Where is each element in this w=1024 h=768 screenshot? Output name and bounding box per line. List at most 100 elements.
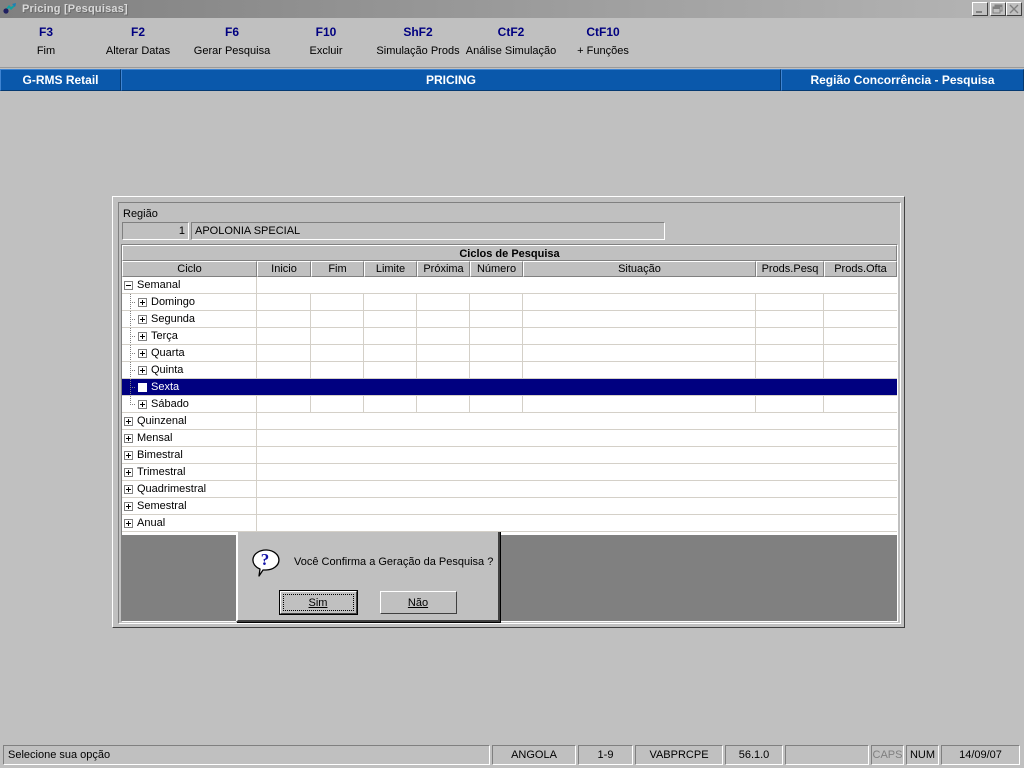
expand-icon[interactable] [138,297,147,307]
column-header-prods-pesq[interactable]: Prods.Pesq [756,261,824,277]
expand-icon[interactable] [124,450,133,460]
tree-node[interactable]: Terça [124,328,178,344]
table-row[interactable]: Bimestral [122,447,897,464]
column-header-ciclo[interactable]: Ciclo [122,261,257,277]
region-label: Região [123,208,158,220]
status-date: 14/09/07 [941,745,1020,765]
expand-icon[interactable] [138,365,147,375]
expand-icon[interactable] [124,416,133,426]
no-button[interactable]: Não [379,591,457,614]
fkey-label: Gerar Pesquisa [193,45,271,57]
tree-node[interactable]: Quinta [124,362,183,378]
tree-node[interactable]: Segunda [124,311,195,327]
column-header-inicio[interactable]: Inicio [257,261,311,277]
tree-node[interactable]: Sábado [124,396,189,412]
table-row[interactable]: Sábado [122,396,897,413]
row-label: Bimestral [137,449,183,461]
fkey-key: CtF10 [586,25,620,39]
column-header-fim[interactable]: Fim [311,261,364,277]
table-row[interactable]: Quarta [122,345,897,362]
app-icon [2,2,18,16]
tree-node[interactable]: Semestral [124,498,187,514]
row-label: Semestral [137,500,187,512]
tree-node[interactable]: Quinzenal [124,413,187,429]
dialog-body: ? Você Confirma a Geração da Pesquisa ? [238,525,498,589]
table-row[interactable]: Anual [122,515,897,532]
fkey-ctf10[interactable]: CtF10 + Funções [558,24,648,59]
tree-node[interactable]: Quadrimestral [124,481,206,497]
table-row[interactable]: Trimestral [122,464,897,481]
tree-indent [124,311,138,327]
selected-node-icon[interactable] [138,382,147,392]
fkey-key: F6 [224,25,239,39]
fkey-label: + Funções [577,45,629,57]
tree-node[interactable]: Sexta [124,379,179,395]
grid-header-row: Ciclo Inicio Fim Limite Próxima Número S… [122,261,897,277]
expand-icon[interactable] [138,348,147,358]
table-row[interactable]: Semanal [122,277,897,294]
fkey-key: F3 [38,25,53,39]
tree-indent [124,345,138,361]
status-program: VABPRCPE [635,745,723,765]
row-label: Anual [137,517,166,529]
column-header-limite[interactable]: Limite [364,261,417,277]
tree-node[interactable]: Mensal [124,430,172,446]
table-row-selected[interactable]: Sexta [122,379,897,396]
tree-node[interactable]: Quarta [124,345,185,361]
table-row[interactable]: Mensal [122,430,897,447]
tree-node[interactable]: Bimestral [124,447,183,463]
table-row[interactable]: Quinta [122,362,897,379]
restore-button[interactable] [990,2,1006,16]
yes-button[interactable]: Sim [278,590,358,615]
column-header-proxima[interactable]: Próxima [417,261,470,277]
close-button[interactable] [1006,2,1022,16]
tree-indent [124,379,138,395]
row-label: Terça [151,330,178,342]
region-fields [122,222,665,240]
status-session: 1-9 [578,745,633,765]
expand-icon[interactable] [138,331,147,341]
table-row[interactable]: Segunda [122,311,897,328]
expand-icon[interactable] [124,484,133,494]
fkey-f6[interactable]: F6 Gerar Pesquisa [172,24,292,59]
status-message: Selecione sua opção [3,745,490,765]
row-rest [257,277,897,293]
row-label: Sexta [151,381,180,393]
row-label: Quadrimestral [137,483,207,495]
expand-icon[interactable] [138,314,147,324]
table-row[interactable]: Domingo [122,294,897,311]
expand-icon[interactable] [124,518,133,528]
collapse-icon[interactable] [124,280,133,290]
banner-module-title: PRICING [121,69,781,91]
column-header-numero[interactable]: Número [470,261,523,277]
expand-icon[interactable] [138,399,147,409]
fkey-f10[interactable]: F10 Excluir [286,24,366,59]
tree-node[interactable]: Domingo [124,294,195,310]
status-num-indicator: NUM [906,745,939,765]
row-label: Segunda [151,313,196,325]
table-row[interactable]: Quinzenal [122,413,897,430]
tree-node[interactable]: Semanal [124,277,180,293]
table-row[interactable]: Semestral [122,498,897,515]
fkey-f3[interactable]: F3 Fim [11,24,81,59]
tree-indent [124,362,138,378]
expand-icon[interactable] [124,501,133,511]
row-label: Trimestral [137,466,186,478]
fkey-ctf2[interactable]: CtF2 Análise Simulação [446,24,576,59]
expand-icon[interactable] [124,433,133,443]
expand-icon[interactable] [124,467,133,477]
column-header-prods-ofta[interactable]: Prods.Ofta [824,261,897,277]
row-label: Quinta [151,364,184,376]
tree-node[interactable]: Trimestral [124,464,185,480]
tree-node[interactable]: Anual [124,515,165,531]
function-key-toolbar: F3 Fim F2 Alterar Datas F6 Gerar Pesquis… [0,18,1024,68]
dialog-buttons: Sim Não [238,590,498,615]
table-row[interactable]: Terça [122,328,897,345]
region-code-input[interactable] [122,222,189,240]
client-area: Região Ciclos de Pesquisa Ciclo Inicio F… [0,91,1024,742]
column-header-situacao[interactable]: Situação [523,261,756,277]
minimize-button[interactable] [972,2,988,16]
region-name-input[interactable] [191,222,665,240]
table-row[interactable]: Quadrimestral [122,481,897,498]
status-country: ANGOLA [492,745,576,765]
